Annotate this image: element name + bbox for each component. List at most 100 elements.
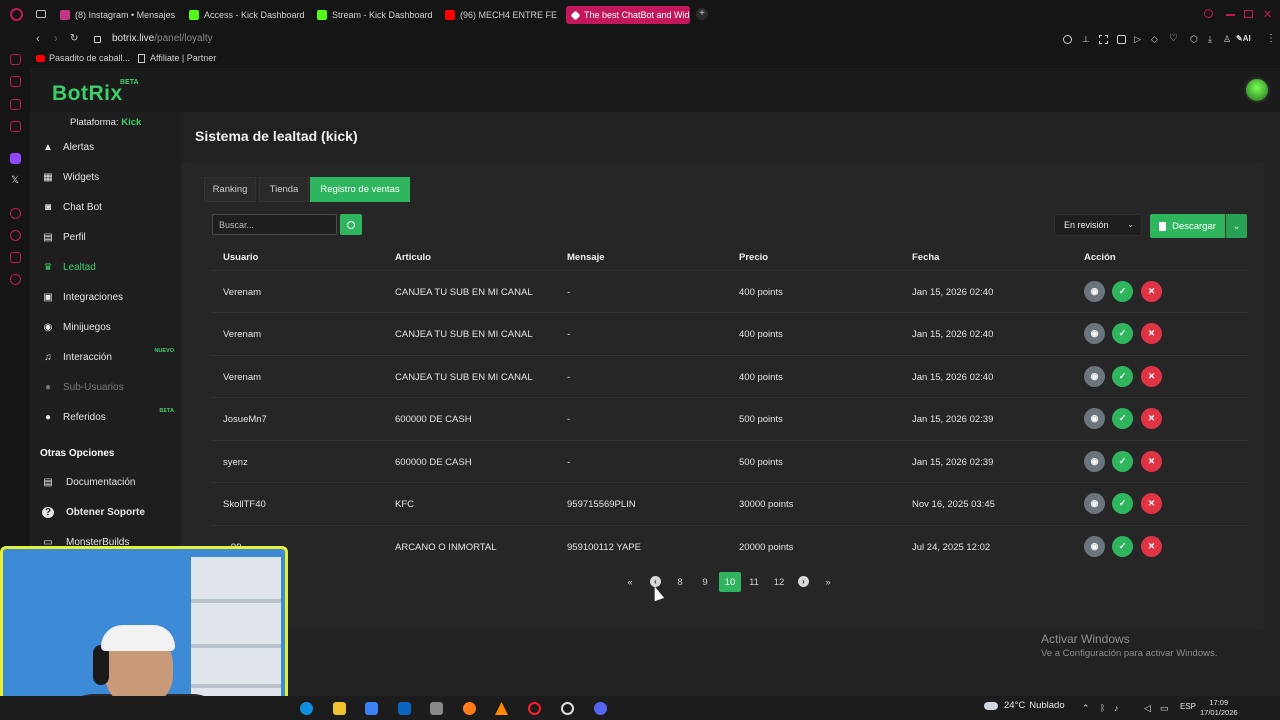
extensions-icon[interactable] — [10, 252, 21, 263]
back-icon[interactable]: ‹ — [36, 33, 40, 45]
sidebar-item-minijuegos[interactable]: ◉ Minijuegos — [42, 315, 182, 339]
download-dropdown-toggle[interactable]: ⌄ — [1226, 214, 1247, 238]
store-icon[interactable] — [365, 702, 378, 715]
botrix-logo[interactable]: BotRix — [52, 82, 123, 106]
clock[interactable]: 17:09 17/01/2026 — [1200, 698, 1238, 718]
view-button[interactable]: ◉ — [1084, 493, 1105, 514]
pagination-page[interactable]: 12 — [769, 572, 789, 592]
edge-icon[interactable] — [300, 702, 313, 715]
sidebar-item-referidos[interactable]: ● Referidos BETA — [42, 405, 182, 429]
pagination-next[interactable]: › — [798, 576, 809, 587]
pagination-page[interactable]: 11 — [744, 572, 764, 592]
tab-kick-access[interactable]: Access - Kick Dashboard — [189, 6, 304, 24]
sidebar-item-integraciones[interactable]: ▣ Integraciones — [42, 285, 182, 309]
settings-icon[interactable] — [10, 274, 21, 285]
tab-registro-ventas[interactable]: Registro de ventas — [310, 177, 410, 202]
approve-button[interactable]: ✓ — [1112, 281, 1133, 302]
reject-button[interactable]: ✕ — [1141, 536, 1162, 557]
tab-kick-stream[interactable]: Stream - Kick Dashboard — [317, 6, 432, 24]
sidebar-item-perfil[interactable]: ▤ Perfil — [42, 225, 182, 249]
view-button[interactable]: ◉ — [1084, 323, 1105, 344]
pagination-page[interactable]: 9 — [695, 572, 715, 592]
search-tabs-icon[interactable] — [1204, 9, 1213, 18]
tab-botrix[interactable]: The best ChatBot and Wid — [566, 6, 690, 24]
pagination-page[interactable]: 8 — [670, 572, 690, 592]
forward-icon[interactable]: › — [54, 33, 58, 45]
download-button[interactable]: Descargar — [1150, 214, 1225, 238]
sidebar-item-alertas[interactable]: ▲ Alertas — [42, 135, 182, 159]
history-icon[interactable] — [10, 230, 21, 241]
reject-button[interactable]: ✕ — [1141, 408, 1162, 429]
search-button[interactable] — [340, 214, 362, 235]
outlook-icon[interactable] — [398, 702, 411, 715]
bookmark-item[interactable]: Pasadito de caball... — [36, 53, 130, 63]
sidebar-item-sub-usuarios[interactable]: ● Sub-Usuarios — [42, 375, 182, 399]
url-field[interactable]: botrix.live/panel/loyalty — [112, 33, 213, 44]
twitch-icon[interactable] — [10, 153, 21, 164]
discord-icon[interactable] — [594, 702, 607, 715]
downloads-icon[interactable]: ⤓ — [1208, 34, 1212, 45]
sidebar-item-soporte[interactable]: ? Obtener Soporte — [42, 500, 182, 524]
close-window-icon[interactable]: ✕ — [1263, 8, 1272, 21]
reject-button[interactable]: ✕ — [1141, 366, 1162, 387]
reject-button[interactable]: ✕ — [1141, 323, 1162, 344]
new-tab-button[interactable]: + — [696, 8, 708, 20]
tab-overview-icon[interactable] — [36, 10, 46, 18]
adblock-icon[interactable] — [1117, 35, 1126, 44]
volume-icon[interactable]: ◁ — [1144, 703, 1151, 714]
reload-icon[interactable]: ↻ — [70, 33, 78, 44]
sidebar-item-lealtad[interactable]: ♛ Lealtad — [42, 255, 182, 279]
minimize-icon[interactable] — [1226, 14, 1235, 16]
vlc-icon[interactable] — [495, 702, 508, 715]
view-button[interactable]: ◉ — [1084, 408, 1105, 429]
zoom-icon[interactable] — [1063, 35, 1072, 44]
tab-youtube[interactable]: (96) MECH4 ENTRE FEKA — [445, 6, 557, 24]
sidebar-item-documentacion[interactable]: ▤ Documentación — [42, 470, 182, 494]
pagination-last[interactable]: » — [818, 572, 838, 592]
bookmark-heart-icon[interactable]: ♡ — [1169, 33, 1178, 44]
weather-widget[interactable]: 24°C Nublado — [984, 700, 1065, 711]
reject-button[interactable]: ✕ — [1141, 281, 1162, 302]
extensions-icon[interactable]: ⬡ — [1190, 34, 1198, 45]
file-explorer-icon[interactable] — [333, 702, 346, 715]
user-avatar[interactable] — [1244, 77, 1270, 103]
menu-icon[interactable]: ⋮ — [1266, 33, 1276, 44]
pagination-page-current[interactable]: 10 — [719, 572, 741, 592]
player-icon[interactable] — [10, 208, 21, 219]
tab-instagram[interactable]: (8) Instagram • Mensajes — [60, 6, 178, 24]
reject-button[interactable]: ✕ — [1141, 451, 1162, 472]
bookmark-item[interactable]: Affiliate | Partner — [138, 53, 216, 63]
approve-button[interactable]: ✓ — [1112, 323, 1133, 344]
network-icon[interactable]: ▭ — [1160, 703, 1169, 714]
opera-logo-icon[interactable] — [10, 8, 23, 21]
approve-button[interactable]: ✓ — [1112, 408, 1133, 429]
view-button[interactable]: ◉ — [1084, 451, 1105, 472]
opera-icon[interactable] — [528, 702, 541, 715]
search-input[interactable] — [212, 214, 337, 235]
bluetooth-icon[interactable]: ᛒ — [1100, 703, 1105, 713]
sidebar-item-interaccion[interactable]: ♫ Interacción NUEVO — [42, 345, 182, 369]
status-filter-select[interactable]: En revisión ⌄ — [1054, 214, 1142, 236]
pin-icon[interactable]: ⊥ — [1082, 34, 1090, 45]
tab-tienda[interactable]: Tienda — [259, 177, 309, 202]
reject-button[interactable]: ✕ — [1141, 493, 1162, 514]
rewind-icon[interactable] — [10, 76, 21, 87]
maximize-icon[interactable] — [1244, 10, 1253, 18]
instagram-icon[interactable] — [10, 121, 21, 132]
x-twitter-icon[interactable]: 𝕏 — [11, 175, 19, 186]
profile-icon[interactable]: ♙ — [1223, 34, 1231, 45]
microphone-icon[interactable]: ♪ — [1114, 703, 1119, 713]
home-icon[interactable] — [10, 54, 21, 65]
messenger-icon[interactable] — [10, 99, 21, 110]
snapshot-icon[interactable] — [1099, 35, 1108, 44]
obs-icon[interactable] — [561, 702, 574, 715]
approve-button[interactable]: ✓ — [1112, 366, 1133, 387]
sidebar-item-widgets[interactable]: ▦ Widgets — [42, 165, 182, 189]
tab-ranking[interactable]: Ranking — [204, 177, 256, 202]
view-button[interactable]: ◉ — [1084, 536, 1105, 557]
approve-button[interactable]: ✓ — [1112, 451, 1133, 472]
sidebar-item-chatbot[interactable]: ◙ Chat Bot — [42, 195, 182, 219]
view-button[interactable]: ◉ — [1084, 281, 1105, 302]
approve-button[interactable]: ✓ — [1112, 536, 1133, 557]
aria-ai-icon[interactable]: ✎AI — [1236, 34, 1251, 43]
